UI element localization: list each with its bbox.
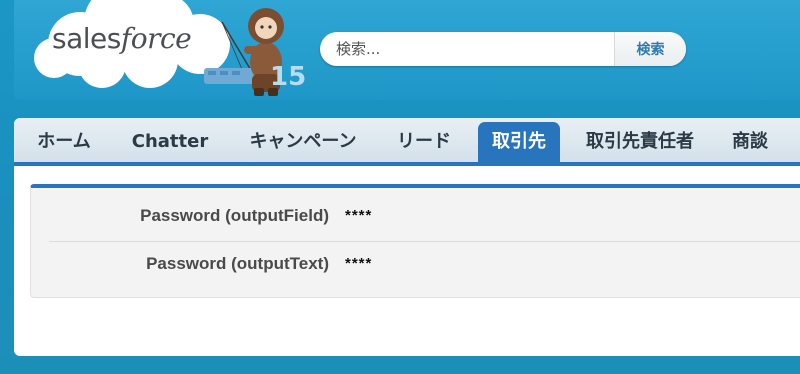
tab-bar: ホーム Chatter キャンペーン リード 取引先 取引先責任者 商談 bbox=[14, 118, 800, 166]
release-number: 15 bbox=[270, 62, 307, 92]
password-output-text-value: **** bbox=[345, 255, 373, 272]
password-output-field-label: Password (outputField) bbox=[140, 206, 329, 225]
logo-wordmark: salesforce bbox=[52, 22, 192, 55]
logo-brand-suffix: force bbox=[120, 22, 192, 55]
search-input[interactable] bbox=[320, 32, 612, 66]
tab-campaigns[interactable]: キャンペーン bbox=[236, 122, 370, 162]
tab-chatter[interactable]: Chatter bbox=[118, 122, 222, 162]
detail-row: Password (outputField) **** bbox=[31, 194, 800, 238]
tab-contacts[interactable]: 取引先責任者 bbox=[574, 122, 706, 162]
detail-section: Password (outputField) **** Password (ou… bbox=[30, 184, 800, 298]
tab-home[interactable]: ホーム bbox=[24, 122, 104, 162]
app-header: salesforce 15 検索 bbox=[14, 0, 800, 100]
tab-leads[interactable]: リード bbox=[386, 122, 462, 162]
password-output-field-value: **** bbox=[345, 207, 373, 224]
search-bar: 検索 bbox=[320, 32, 686, 66]
logo-brand-prefix: sales bbox=[52, 22, 121, 55]
search-button[interactable]: 検索 bbox=[614, 32, 686, 66]
salesforce-logo[interactable]: salesforce 15 bbox=[32, 0, 306, 100]
main-panel: ホーム Chatter キャンペーン リード 取引先 取引先責任者 商談 Pas… bbox=[14, 118, 800, 356]
tab-opportunities[interactable]: 商談 bbox=[720, 122, 780, 162]
password-output-text-label: Password (outputText) bbox=[146, 254, 329, 273]
tab-accounts[interactable]: 取引先 bbox=[478, 122, 560, 162]
detail-row: Password (outputText) **** bbox=[31, 242, 800, 286]
